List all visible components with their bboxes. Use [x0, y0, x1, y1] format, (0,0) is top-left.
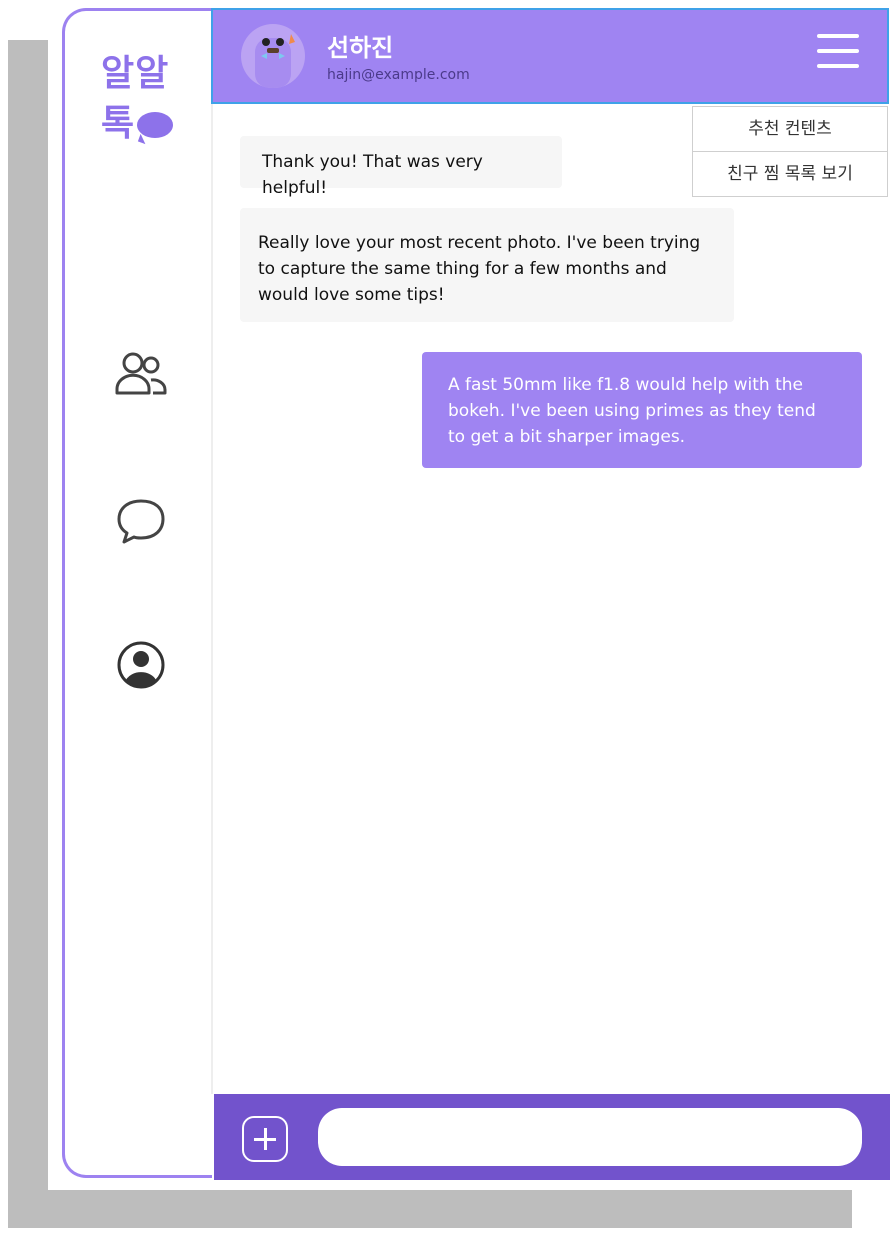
- chat-divider: [211, 104, 213, 1094]
- contact-name: 선하진: [327, 34, 394, 62]
- nav-friends[interactable]: [113, 345, 169, 401]
- nav-profile[interactable]: [113, 637, 169, 693]
- hamburger-line: [817, 34, 859, 38]
- composer-bar: [214, 1094, 890, 1180]
- profile-icon: [117, 641, 165, 689]
- logo-line1: 알알: [101, 53, 170, 94]
- logo-line2: 톡: [101, 103, 136, 144]
- friends-icon: [115, 352, 167, 395]
- menu-item-friend-favorites[interactable]: 친구 찜 목록 보기: [693, 152, 887, 196]
- avatar[interactable]: [241, 24, 305, 88]
- monster-avatar-icon: [255, 34, 295, 88]
- menu-button[interactable]: [817, 34, 859, 70]
- chat-header: 선하진 hajin@example.com: [211, 8, 889, 104]
- app-logo: 알알 톡: [101, 49, 174, 149]
- nav-chats[interactable]: [113, 493, 169, 549]
- contact-email: hajin@example.com: [327, 67, 470, 83]
- message-input[interactable]: [318, 1108, 862, 1166]
- dropdown-menu: 추천 컨텐츠 친구 찜 목록 보기: [692, 106, 888, 197]
- chat-bubble-icon: [117, 499, 165, 544]
- hamburger-line: [817, 49, 859, 53]
- menu-item-recommended[interactable]: 추천 컨텐츠: [693, 107, 887, 152]
- message-incoming: Thank you! That was very helpful!: [240, 136, 562, 198]
- logo-bubble-icon: [137, 112, 174, 138]
- hamburger-line: [817, 64, 859, 68]
- add-attachment-button[interactable]: [242, 1116, 288, 1162]
- message-outgoing: A fast 50mm like f1.8 would help with th…: [422, 352, 862, 468]
- sidebar: 알알 톡: [62, 8, 212, 1178]
- message-incoming: Really love your most recent photo. I've…: [240, 208, 734, 322]
